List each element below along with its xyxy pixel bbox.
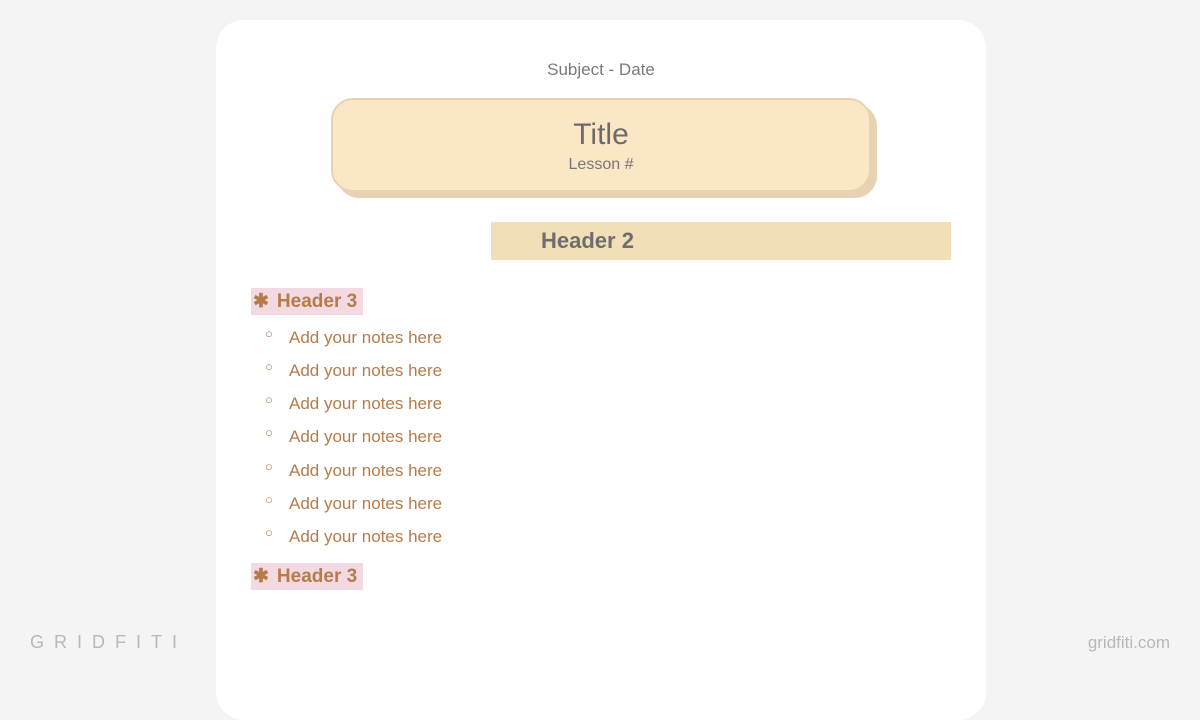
note-list-1: Add your notes here Add your notes here …: [251, 321, 951, 553]
list-item[interactable]: Add your notes here: [289, 354, 951, 387]
asterisk-icon: ✱: [253, 566, 269, 587]
list-item[interactable]: Add your notes here: [289, 387, 951, 420]
list-item[interactable]: Add your notes here: [289, 321, 951, 354]
document-card: Subject - Date Title Lesson # Header 2 ✱…: [216, 20, 986, 720]
list-item[interactable]: Add your notes here: [289, 454, 951, 487]
subject-date-label[interactable]: Subject - Date: [251, 60, 951, 80]
header-3-label: Header 3: [277, 291, 357, 312]
section-1: ✱ Header 3 Add your notes here Add your n…: [251, 288, 951, 553]
title-box: Title Lesson #: [331, 98, 871, 192]
header-3[interactable]: ✱ Header 3: [251, 563, 363, 590]
header-2[interactable]: Header 2: [491, 222, 951, 260]
list-item[interactable]: Add your notes here: [289, 520, 951, 553]
header2-row: Header 2: [251, 222, 951, 260]
title-text[interactable]: Title: [343, 118, 859, 152]
watermark-url: gridfiti.com: [1088, 633, 1170, 653]
list-item[interactable]: Add your notes here: [289, 487, 951, 520]
header-3[interactable]: ✱ Header 3: [251, 288, 363, 315]
header-3-label: Header 3: [277, 566, 357, 587]
section-2: ✱ Header 3: [251, 563, 951, 596]
lesson-number[interactable]: Lesson #: [343, 156, 859, 174]
title-box-inner: Title Lesson #: [331, 98, 871, 192]
list-item[interactable]: Add your notes here: [289, 420, 951, 453]
asterisk-icon: ✱: [253, 291, 269, 312]
watermark-logo: GRIDFITI: [30, 632, 187, 653]
